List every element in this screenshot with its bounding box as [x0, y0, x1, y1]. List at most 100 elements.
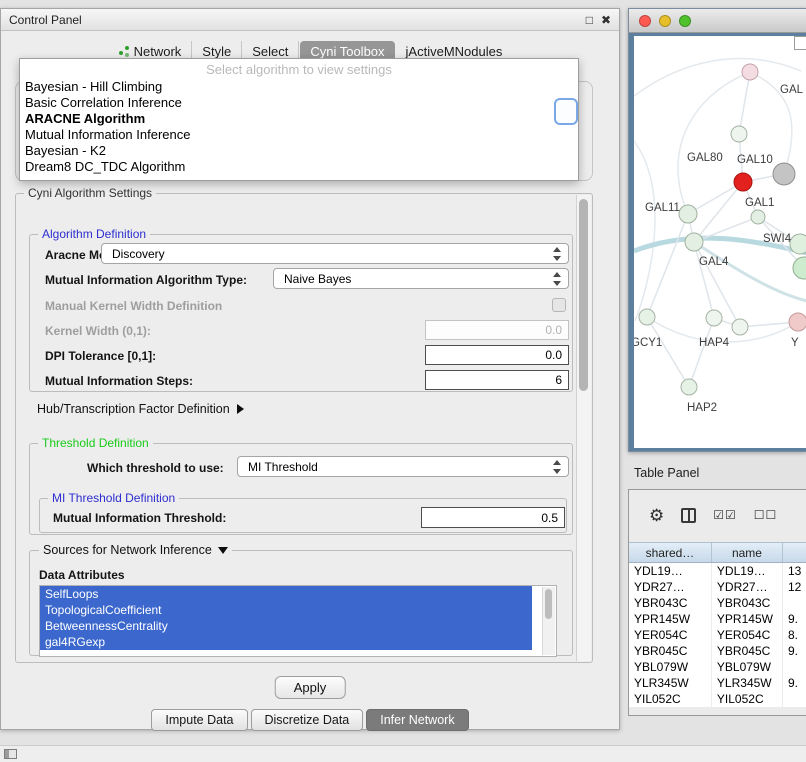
- column-header-extra[interactable]: [783, 543, 806, 562]
- network-node-gcy1[interactable]: [639, 309, 655, 325]
- table-row[interactable]: YBR045CYBR045C9.: [629, 643, 806, 659]
- mi-steps-input[interactable]: [425, 370, 569, 390]
- network-node-hap4[interactable]: [706, 310, 722, 326]
- bottom-status-strip: [0, 745, 806, 762]
- attribute-gal4rgexp[interactable]: gal4RGexp: [40, 634, 532, 650]
- sources-toggle[interactable]: Sources for Network Inference: [39, 543, 232, 557]
- table-row[interactable]: YER054CYER054C8.: [629, 627, 806, 643]
- combo-arrows-icon: [553, 272, 561, 286]
- node-label-hap4: HAP4: [699, 337, 730, 349]
- table-cell: 8.: [783, 627, 806, 643]
- network-node-pale-upper[interactable]: [731, 126, 747, 142]
- network-edge: [647, 317, 689, 387]
- algorithm-option-aracne-algorithm[interactable]: ARACNE Algorithm: [20, 111, 578, 127]
- network-node-mid-pale[interactable]: [732, 319, 748, 335]
- algorithm-option-dream8-dc-tdc-algorithm[interactable]: Dream8 DC_TDC Algorithm: [20, 159, 578, 175]
- table-cell: YER054C: [629, 627, 712, 643]
- float-window-icon[interactable]: □: [586, 14, 593, 26]
- control-panel-titlebar[interactable]: Control Panel □ ✖: [1, 9, 619, 31]
- attribute-list-scrollbar-thumb[interactable]: [545, 589, 552, 619]
- spinner-focus-fragment: [554, 98, 578, 125]
- table-panel-title: Table Panel: [634, 466, 699, 480]
- aracne-mode-select[interactable]: Discovery: [101, 243, 569, 264]
- table-row[interactable]: YBL079WYBL079W: [629, 659, 806, 675]
- table-row[interactable]: YDL19…YDL19…13: [629, 563, 806, 579]
- aracne-mode-value: Discovery: [112, 247, 165, 261]
- hub-section-toggle[interactable]: Hub/Transcription Factor Definition: [37, 402, 244, 416]
- table-row[interactable]: YDR27…YDR27…12: [629, 579, 806, 595]
- settings-scrollbar-thumb[interactable]: [579, 199, 588, 391]
- attribute-betweennesscentrality[interactable]: BetweennessCentrality: [40, 618, 532, 634]
- close-window-icon[interactable]: ✖: [601, 14, 611, 26]
- mi-type-select[interactable]: Naive Bayes: [273, 268, 569, 289]
- deselect-all-checkboxes-icon[interactable]: ☐☐: [754, 508, 778, 522]
- network-node-swi4[interactable]: [790, 234, 806, 254]
- bottom-tab-impute-data[interactable]: Impute Data: [151, 709, 247, 731]
- node-label-y: Y: [791, 337, 799, 349]
- control-panel-window: Control Panel □ ✖ NetworkStyleSelectCyni…: [0, 8, 620, 730]
- table-row[interactable]: YPR145WYPR145W9.: [629, 611, 806, 627]
- network-node-gal4[interactable]: [685, 233, 703, 251]
- select-all-checkboxes-icon[interactable]: ☑☑: [713, 508, 737, 522]
- algorithm-option-mutual-information-inference[interactable]: Mutual Information Inference: [20, 127, 578, 143]
- attribute-list-scrollbar[interactable]: [542, 587, 555, 655]
- combo-arrows-icon: [553, 460, 561, 474]
- table-cell: YDL19…: [629, 563, 712, 579]
- algorithm-option-bayesian-hill-climbing[interactable]: Bayesian - Hill Climbing: [20, 79, 578, 95]
- column-header-shared[interactable]: shared…: [629, 543, 712, 562]
- table-cell: YIL052C: [712, 691, 783, 707]
- network-node-pink-top[interactable]: [742, 64, 758, 80]
- birdseye-toggle[interactable]: [794, 36, 806, 50]
- table-cell: YBL079W: [629, 659, 712, 675]
- algorithm-dropdown-placeholder: Select algorithm to view settings: [20, 59, 578, 79]
- network-canvas[interactable]: GALGAL80GAL10GAL11GAL1SWI4GAL4GCY1HAP4YH…: [634, 36, 806, 448]
- attribute-selfloops[interactable]: SelfLoops: [40, 586, 532, 602]
- network-node-pink-right[interactable]: [789, 313, 806, 331]
- tab-label: Network: [134, 44, 182, 59]
- network-node-gal10-red[interactable]: [734, 173, 752, 191]
- table-cell: 9.: [783, 611, 806, 627]
- zoom-traffic-light[interactable]: [679, 15, 691, 27]
- table-cell: [783, 691, 806, 707]
- tab-label: jActiveMNodules: [406, 44, 503, 59]
- algorithm-option-basic-correlation-inference[interactable]: Basic Correlation Inference: [20, 95, 578, 111]
- which-threshold-select[interactable]: MI Threshold: [237, 456, 569, 477]
- network-node-hap2[interactable]: [681, 379, 697, 395]
- bottom-tab-infer-network[interactable]: Infer Network: [366, 709, 468, 731]
- table-cell: YER054C: [712, 627, 783, 643]
- bottom-tab-discretize-data[interactable]: Discretize Data: [251, 709, 364, 731]
- manual-kernel-checkbox[interactable]: [552, 298, 566, 312]
- apply-button[interactable]: Apply: [275, 676, 346, 699]
- table-row[interactable]: YLR345WYLR345W9.: [629, 675, 806, 691]
- algorithm-option-bayesian-k2[interactable]: Bayesian - K2: [20, 143, 578, 159]
- network-node-gray-hub[interactable]: [773, 163, 795, 185]
- close-traffic-light[interactable]: [639, 15, 651, 27]
- table-panel-window: ⚙ ☑☑ ☐☐ shared…name YDL19…YDL19…13YDR27……: [628, 489, 806, 716]
- gear-icon[interactable]: ⚙: [649, 507, 664, 524]
- network-node-bright-green-edge[interactable]: [793, 257, 806, 279]
- table-row[interactable]: YIL052CYIL052C: [629, 691, 806, 707]
- which-threshold-label: Which threshold to use:: [87, 461, 224, 475]
- bottom-panel-icon[interactable]: [4, 749, 17, 759]
- network-edge: [688, 182, 743, 214]
- kernel-width-input[interactable]: [425, 320, 569, 340]
- table-cell: 9.: [783, 675, 806, 691]
- settings-scrollbar[interactable]: [576, 195, 591, 661]
- mi-threshold-input[interactable]: [421, 507, 565, 528]
- columns-icon[interactable]: [681, 508, 696, 523]
- network-icon: [118, 45, 130, 57]
- network-node-gal11[interactable]: [679, 205, 697, 223]
- column-header-name[interactable]: name: [712, 543, 783, 562]
- table-row[interactable]: YBR043CYBR043C: [629, 595, 806, 611]
- table-cell: YPR145W: [629, 611, 712, 627]
- dpi-tolerance-input[interactable]: [425, 345, 569, 365]
- collapsed-arrow-icon: [237, 404, 244, 414]
- cyni-settings-group-title: Cyni Algorithm Settings: [24, 186, 156, 200]
- mi-threshold-group-title: MI Threshold Definition: [48, 491, 179, 505]
- minimize-traffic-light[interactable]: [659, 15, 671, 27]
- network-node-gal1[interactable]: [751, 210, 765, 224]
- node-table: shared…name YDL19…YDL19…13YDR27…YDR27…12…: [629, 542, 806, 707]
- network-window-titlebar[interactable]: [629, 9, 806, 33]
- attribute-topologicalcoefficient[interactable]: TopologicalCoefficient: [40, 602, 532, 618]
- table-cell: YIL052C: [629, 691, 712, 707]
